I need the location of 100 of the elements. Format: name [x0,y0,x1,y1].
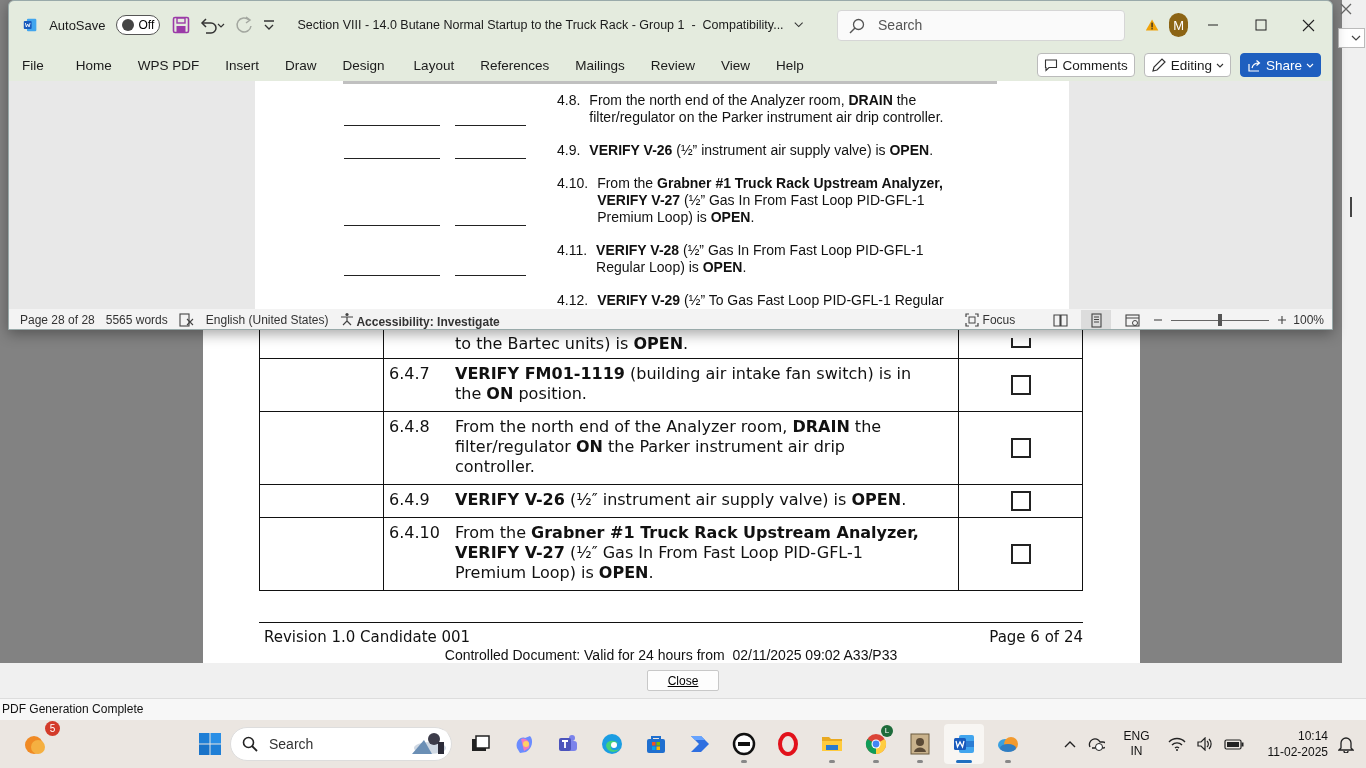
autosave-toggle[interactable]: Off [115,15,160,35]
taskbar-app[interactable] [944,724,984,764]
ribbon-tab[interactable]: Design [342,57,385,73]
person-icon [339,311,354,326]
comments-button[interactable]: Comments [1037,53,1135,77]
running-indicator [873,760,879,763]
wifi-icon[interactable] [1167,737,1186,751]
slider-thumb[interactable] [1218,313,1223,326]
step-text: VERIFY FM01-1119 (building air intake fan switch) is in the ON position. [455,364,913,404]
zoom-level[interactable]: 100% [1293,313,1324,327]
checkbox[interactable] [1010,337,1031,348]
focus-button[interactable]: Focus [958,312,1022,328]
chevron-up-icon[interactable] [1063,739,1078,749]
checkbox[interactable] [1010,491,1031,512]
ribbon-tab[interactable]: WPS PDF [137,57,200,73]
swirl-circle-icon [600,732,624,756]
running-indicator [956,760,972,763]
window-title: Section VIII - 14.0 Butane Normal Startup to the Truck Rack - Group 1 - Compatibility... [297,18,784,32]
zoom-slider[interactable] [1169,313,1272,327]
ribbon-tab[interactable]: Review [650,57,695,73]
running-indicator [917,760,923,763]
warning-icon[interactable] [1145,17,1160,33]
document-icon [952,732,976,756]
ribbon-tab[interactable]: References [480,57,550,73]
ribbon-tab[interactable]: Draw [285,57,317,73]
accessibility-status[interactable]: Accessibility: Investigate [339,311,500,329]
caret-icon [1306,62,1314,68]
ribbon-tab[interactable]: Insert [225,57,260,73]
app-badge: L [881,725,893,737]
search-field[interactable]: Search [837,9,1125,41]
ribbon-tab[interactable]: File [22,57,44,73]
close-icon[interactable] [1339,2,1353,16]
checkbox[interactable] [1010,375,1031,396]
battery-icon[interactable] [1223,738,1244,750]
ribbon-tab[interactable]: Help [776,57,804,73]
view-button[interactable] [1081,310,1112,329]
ring-icon [776,732,800,756]
status-text: PDF Generation Complete [0,698,1366,720]
page-count[interactable]: Page 28 of 28 [20,313,95,327]
step-text: From the north end of the Analyzer room, DRAIN the filter/regulator on the Parker instrument air drip controller. [589,92,945,126]
revision-text: Revision 1.0 Candidate 001 [264,628,471,647]
notification-badge: 5 [45,721,60,736]
caret-icon [1215,62,1224,68]
taskbar-app[interactable]: L [856,724,896,764]
document-icon [23,16,38,34]
customize-button[interactable] [261,18,276,32]
ribbon-tab[interactable]: View [721,57,751,73]
step-text: to the Bartec units) is OPEN. [455,334,690,354]
caret-icon [1351,35,1361,41]
step-number: 6.4.10 [389,523,441,544]
step-number: 6.4.9 [389,490,431,510]
step-number: 4.10. [557,175,589,193]
book-icon [1052,312,1068,328]
step-text: From the north end of the Analyzer room, DRAIN the filter/regulator ON the Parker instrument air drip controller. [455,417,883,477]
zoom-in-icon[interactable] [1277,315,1288,325]
step-number: 4.9. [557,142,581,159]
clock[interactable]: 10:14 11-02-2025 [1267,728,1328,760]
running-indicator [1005,760,1011,763]
share-icon [1246,57,1262,73]
ribbon-tab[interactable]: Mailings [575,57,625,73]
step-text: VERIFY V-29 (½” To Gas Fast Loop PID-GFL-1 Regular [597,292,944,309]
save-button[interactable] [171,16,190,34]
step-number: 6.4.8 [389,417,431,438]
maximize-icon [1253,18,1267,32]
volume-icon[interactable] [1195,737,1214,751]
pencil-icon [1150,57,1167,73]
ribbon-tab[interactable]: Layout [413,57,455,73]
step-text: VERIFY V-26 (½″ instrument air supply valve) is OPEN. [455,490,908,510]
step-number: 4.12. [557,292,589,309]
focus-icon [964,313,979,327]
editing-button[interactable]: Editing [1143,53,1231,77]
sync-icon[interactable] [1087,736,1106,752]
step-number: 4.8. [557,92,581,110]
share-button[interactable]: Share [1239,53,1321,77]
ring-logo-icon [732,732,756,756]
language-status[interactable]: English (United States) [205,313,329,327]
bell-icon[interactable] [1338,735,1354,753]
redo-icon [233,15,254,35]
controlled-notice: Controlled Document: Valid for 24 hours from 02/11/2025 09:02 A33/P33 [443,647,899,663]
word-count[interactable]: 5565 words [105,313,168,327]
step-text: VERIFY V-26 (½” instrument air supply valve) is OPEN. [589,142,934,159]
checkbox[interactable] [1010,438,1031,459]
close-button[interactable]: Close [647,670,719,691]
web-page-icon [1124,312,1140,328]
checkbox[interactable] [1010,544,1031,565]
page-number: Page 6 of 24 [989,628,1083,647]
ribbon-tab[interactable]: Home [75,57,112,73]
page-icon [1088,312,1104,328]
comment-icon [1044,58,1059,72]
avatar[interactable]: M [1169,13,1188,37]
caret-icon[interactable] [793,21,803,29]
start-icon[interactable] [198,732,222,756]
input-language[interactable]: ENG IN [1123,729,1150,759]
scrollbar-thumb[interactable] [1350,197,1352,217]
close-icon [1301,18,1315,32]
proofing-icon[interactable] [178,313,195,327]
step-text: From the Grabner #1 Truck Rack Upstream Analyzer, VERIFY V-27 (½″ Gas In From Fast Loop PID-GFL-1 Premium Loop) is OPEN. [455,523,920,583]
autosave-label: AutoSave [49,17,106,33]
browser-icon [864,732,888,756]
step-text: VERIFY V-28 (½” Gas In From Fast Loop PID-GFL-1 Regular Loop) is OPEN. [596,242,925,276]
